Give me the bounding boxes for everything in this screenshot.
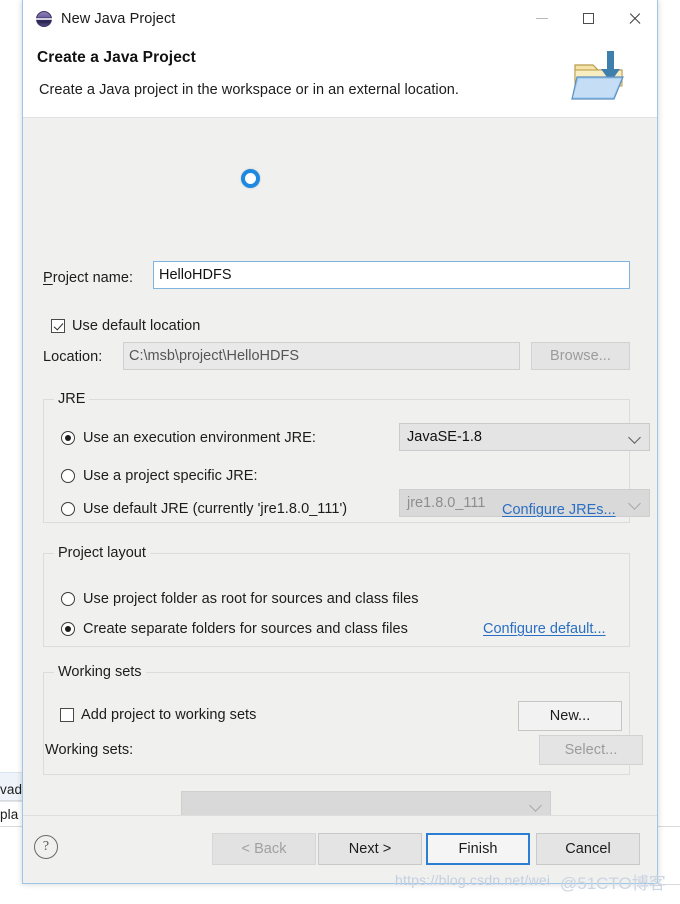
dialog-header: Create a Java Project Create a Java proj… xyxy=(23,37,657,118)
project-layout-group-title: Project layout xyxy=(54,545,150,561)
add-to-working-sets-label: Add project to working sets xyxy=(81,707,257,723)
watermark-brand: @51CTO博客 xyxy=(560,874,666,893)
configure-default-link[interactable]: Configure default... xyxy=(483,621,606,637)
radio-icon xyxy=(61,431,75,445)
use-default-location-checkbox[interactable]: Use default location xyxy=(51,318,200,334)
background-divider-2 xyxy=(0,826,22,827)
close-icon xyxy=(628,12,641,25)
background-divider xyxy=(0,800,22,801)
working-sets-group-title: Working sets xyxy=(54,664,146,680)
maximize-button[interactable] xyxy=(565,0,611,37)
background-divider-right xyxy=(658,826,680,827)
specific-jre-value: jre1.8.0_111 xyxy=(407,495,486,511)
help-button[interactable]: ? xyxy=(34,835,58,859)
background-text-bottom: pla xyxy=(0,807,19,822)
radio-separate-folders-label: Create separate folders for sources and … xyxy=(83,621,408,637)
browse-button: Browse... xyxy=(531,342,630,370)
chevron-down-icon xyxy=(628,497,641,510)
radio-separate-folders[interactable]: Create separate folders for sources and … xyxy=(61,621,408,637)
chevron-down-icon xyxy=(628,431,641,444)
close-button[interactable] xyxy=(611,0,657,37)
chevron-down-icon xyxy=(529,799,542,812)
radio-project-folder-root[interactable]: Use project folder as root for sources a… xyxy=(61,591,419,607)
radio-default-jre[interactable]: Use default JRE (currently 'jre1.8.0_111… xyxy=(61,501,347,517)
maximize-icon xyxy=(582,13,594,24)
radio-project-folder-root-label: Use project folder as root for sources a… xyxy=(83,591,419,607)
click-indicator xyxy=(241,169,260,188)
checkbox-icon xyxy=(51,319,65,333)
jre-group-title: JRE xyxy=(54,391,90,407)
radio-project-specific-jre-label: Use a project specific JRE: xyxy=(83,468,258,484)
radio-icon xyxy=(61,592,75,606)
location-value: C:\msb\project\HelloHDFS xyxy=(129,348,300,364)
radio-execution-environment-jre[interactable]: Use an execution environment JRE: xyxy=(61,430,316,446)
add-to-working-sets-checkbox[interactable]: Add project to working sets xyxy=(60,707,256,723)
location-label: Location: xyxy=(43,349,103,365)
execution-environment-combobox[interactable]: JavaSE-1.8 xyxy=(399,423,650,451)
dialog-body: Project name: HelloHDFS Use default loca… xyxy=(23,118,657,819)
project-name-input[interactable]: HelloHDFS xyxy=(153,261,630,289)
checkbox-icon xyxy=(60,708,74,722)
background-text-top: vad xyxy=(0,782,23,797)
configure-jres-link[interactable]: Configure JREs... xyxy=(502,502,616,518)
dialog-title: New Java Project xyxy=(61,10,176,27)
minimize-icon xyxy=(536,18,548,19)
page-title: Create a Java Project xyxy=(37,49,196,66)
working-sets-label: Working sets: xyxy=(45,742,134,758)
execution-environment-value: JavaSE-1.8 xyxy=(407,429,482,445)
radio-icon xyxy=(61,622,75,636)
radio-execution-environment-jre-label: Use an execution environment JRE: xyxy=(83,430,316,446)
new-java-project-dialog: New Java Project Create a Java Project C… xyxy=(22,0,658,884)
project-name-label: Project name: xyxy=(43,270,134,286)
cancel-button[interactable]: Cancel xyxy=(536,833,640,865)
folder-import-icon xyxy=(571,51,624,100)
new-working-set-button[interactable]: New... xyxy=(518,701,622,731)
select-working-set-button: Select... xyxy=(539,735,643,765)
window-controls xyxy=(519,0,657,37)
page-description: Create a Java project in the workspace o… xyxy=(39,82,459,98)
java-project-icon xyxy=(36,10,52,27)
watermark-url: https://blog.csdn.net/wei xyxy=(395,872,551,888)
location-input: C:\msb\project\HelloHDFS xyxy=(123,342,520,370)
radio-project-specific-jre[interactable]: Use a project specific JRE: xyxy=(61,468,258,484)
use-default-location-label: Use default location xyxy=(72,318,201,334)
back-button: < Back xyxy=(212,833,316,865)
minimize-button[interactable] xyxy=(519,0,565,37)
next-button[interactable]: Next > xyxy=(318,833,422,865)
finish-button[interactable]: Finish xyxy=(426,833,530,865)
radio-default-jre-label: Use default JRE (currently 'jre1.8.0_111… xyxy=(83,501,348,517)
radio-icon xyxy=(61,469,75,483)
radio-icon xyxy=(61,502,75,516)
project-name-value: HelloHDFS xyxy=(159,267,232,283)
dialog-titlebar: New Java Project xyxy=(23,0,657,37)
